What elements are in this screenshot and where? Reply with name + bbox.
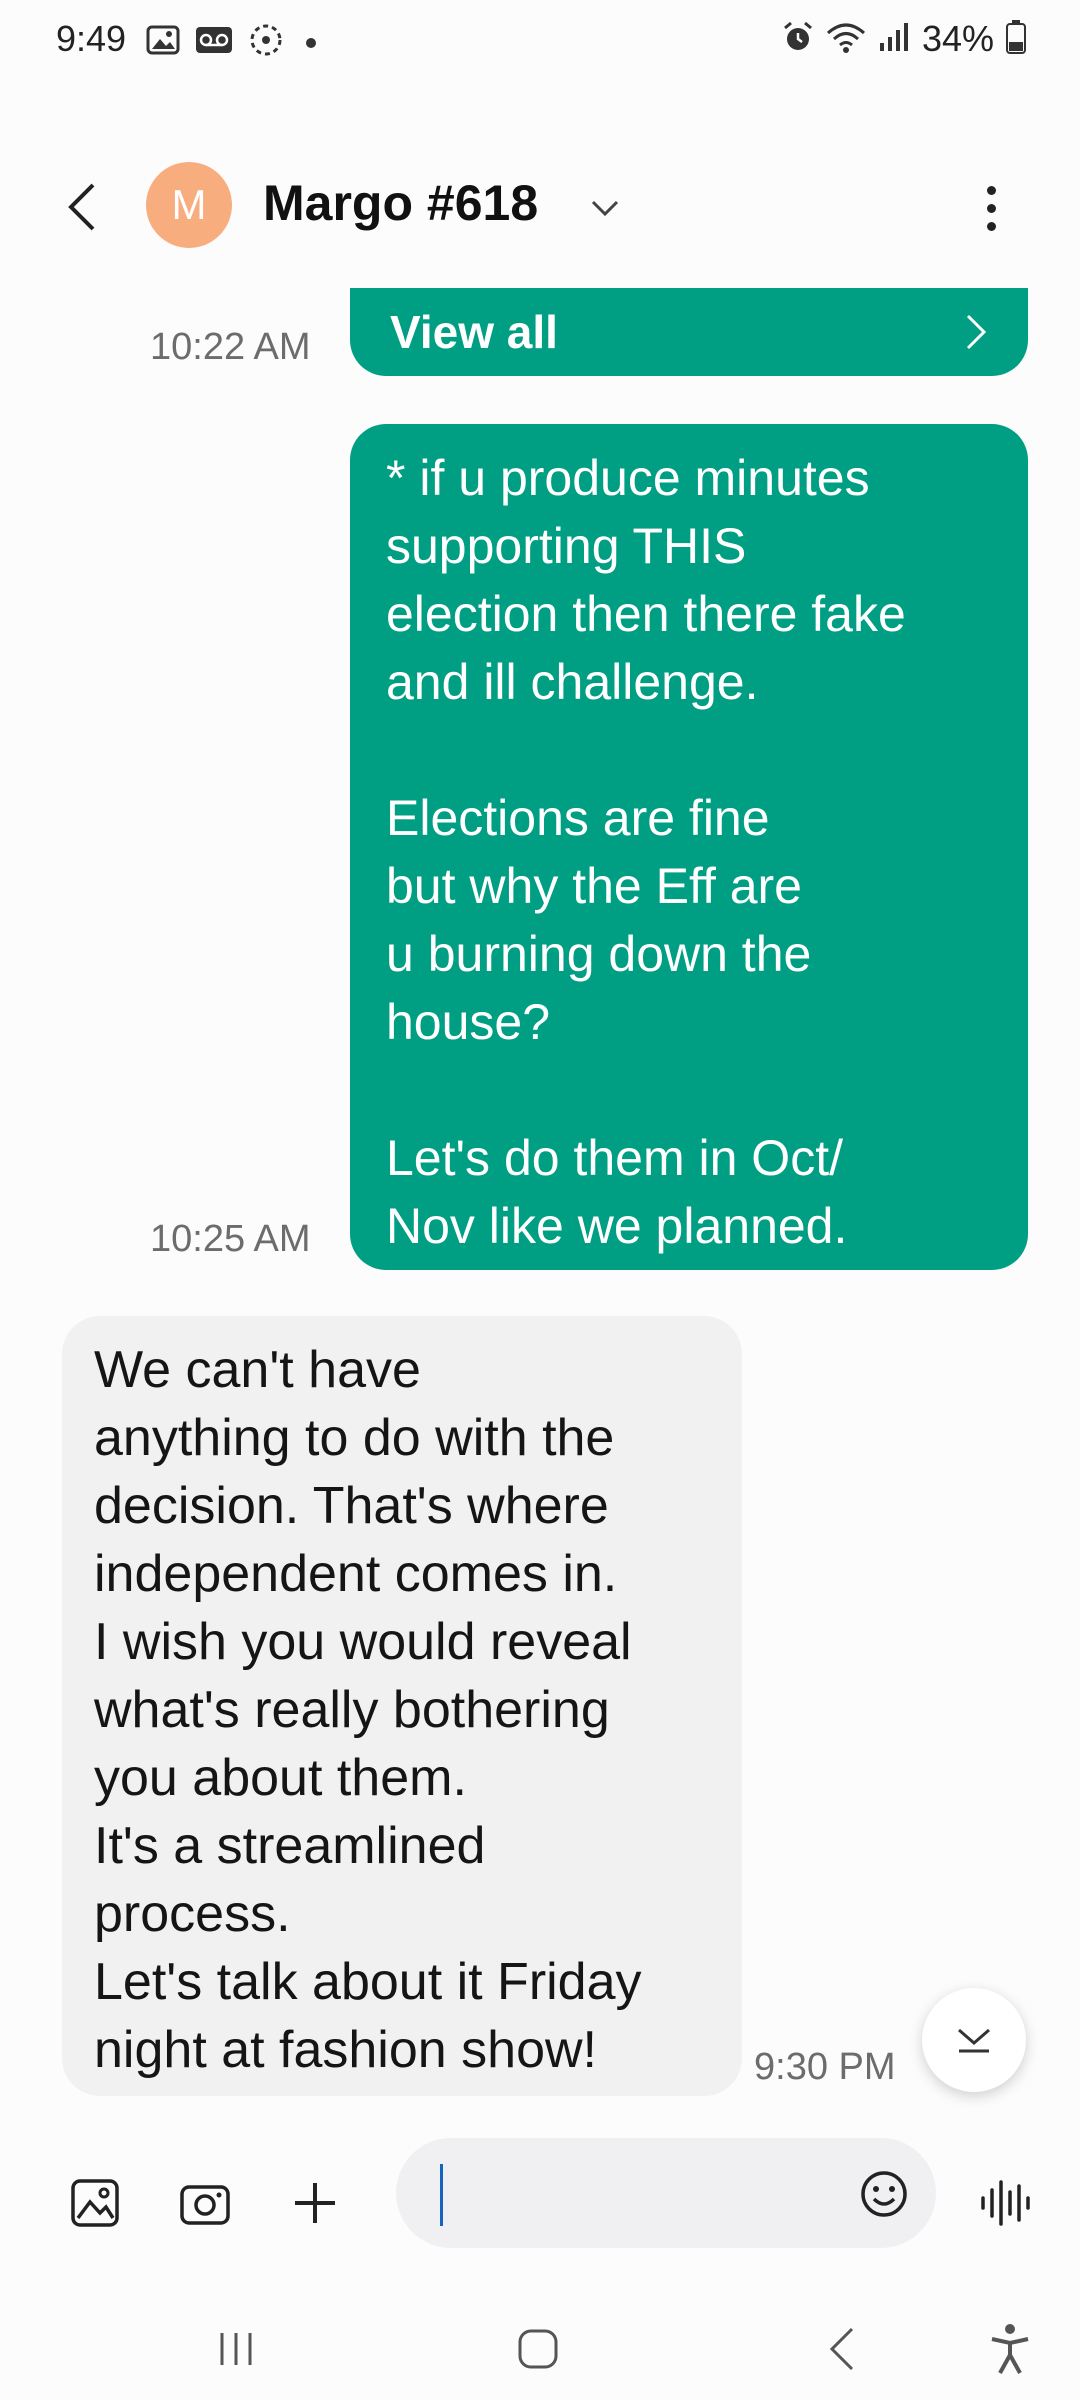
- received-message-bubble[interactable]: We can't have anything to do with the de…: [62, 1316, 742, 2096]
- messaging-screen: 9:49 34% M Margo #618 10:22 AM View all …: [0, 0, 1080, 2400]
- status-time: 9:49: [56, 18, 127, 59]
- sent-message-bubble[interactable]: * if u produce minutes supporting THIS e…: [350, 424, 1028, 1270]
- more-dot: [986, 221, 996, 231]
- message-time: 10:25 AM: [150, 1218, 311, 1260]
- chevron-right-icon: [966, 314, 987, 350]
- message-time: 9:30 PM: [754, 2046, 896, 2088]
- chevron-down-icon: [958, 2028, 990, 2053]
- more-options-button[interactable]: [965, 178, 1017, 238]
- camera-icon[interactable]: [174, 2172, 236, 2234]
- more-dot: [986, 203, 996, 213]
- status-bar: 9:49 34%: [0, 0, 1080, 80]
- signal-icon: [878, 21, 910, 58]
- voicemail-icon: [194, 25, 234, 60]
- contact-name[interactable]: Margo #618: [263, 174, 538, 232]
- message-paragraph: Elections are fine but why the Eff are u…: [386, 790, 812, 1050]
- conversation-header: M Margo #618: [0, 150, 1080, 260]
- gallery-icon[interactable]: [64, 2172, 126, 2234]
- recent-apps-icon[interactable]: [196, 2314, 276, 2384]
- sync-icon: [248, 22, 284, 63]
- avatar[interactable]: M: [146, 162, 232, 248]
- view-all-button[interactable]: View all: [350, 288, 1028, 376]
- voice-icon[interactable]: [974, 2172, 1036, 2234]
- more-dot: [986, 185, 996, 195]
- composer-bar: [0, 2130, 1080, 2270]
- battery-icon: [1006, 19, 1026, 59]
- chevron-down-icon[interactable]: [585, 190, 625, 226]
- plus-icon[interactable]: [284, 2172, 346, 2234]
- message-paragraph: * if u produce minutes supporting THIS e…: [386, 450, 906, 710]
- navigation-bar: [0, 2290, 1080, 2400]
- back-arrow-icon: [68, 183, 95, 231]
- text-cursor: [440, 2164, 443, 2226]
- message-time: 10:22 AM: [150, 326, 311, 368]
- alarm-icon: [782, 21, 814, 58]
- message-paragraph: Let's do them in Oct/ Nov like we planne…: [386, 1130, 848, 1254]
- message-input-container[interactable]: [396, 2138, 936, 2248]
- home-icon[interactable]: [498, 2314, 578, 2384]
- battery-percent: 34%: [921, 18, 994, 59]
- scroll-to-bottom-button[interactable]: [922, 1988, 1026, 2092]
- view-all-label: View all: [390, 306, 558, 358]
- accessibility-icon[interactable]: [970, 2314, 1050, 2384]
- wifi-icon: [826, 21, 866, 58]
- emoji-icon[interactable]: [856, 2166, 912, 2222]
- back-nav-icon[interactable]: [802, 2314, 882, 2384]
- notification-icons: [146, 22, 316, 63]
- image-icon: [146, 25, 180, 60]
- dot-icon: [306, 37, 316, 48]
- system-icons: 34%: [782, 18, 1026, 60]
- message-input[interactable]: [444, 2160, 824, 2226]
- back-button[interactable]: [52, 172, 112, 242]
